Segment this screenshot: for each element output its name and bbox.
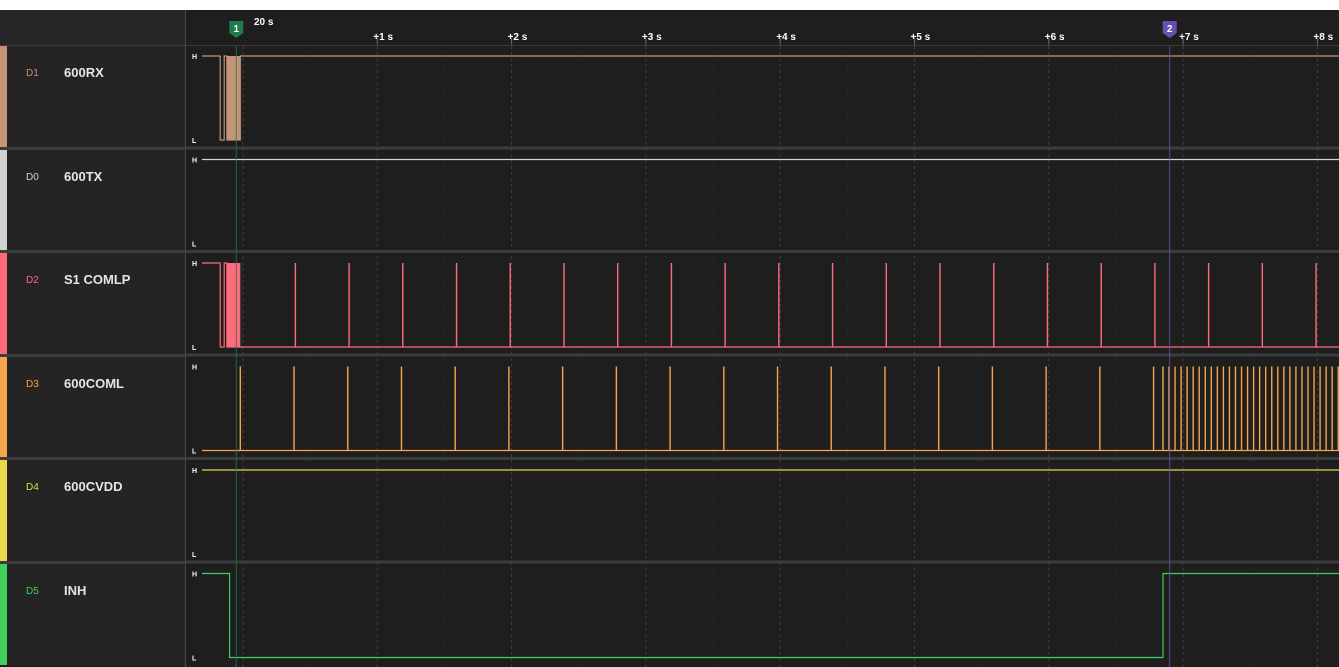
row-divider — [186, 457, 1339, 460]
time-ruler[interactable]: 20 s +1 s +2 s +3 s +4 s +5 s +6 s +7 s +8 s 1 2 — [186, 10, 1339, 45]
row-divider — [186, 560, 1339, 564]
channel-id: D5 — [26, 586, 39, 597]
level-label-high: H — [192, 572, 197, 579]
row-divider — [186, 146, 1339, 150]
channel-name: 600TX — [64, 169, 103, 184]
channel-sidebar: D1 600RX D0 600TX D2 S1 COMLP D3 600COML D4 600CV… — [0, 46, 185, 667]
channel-id: D0 — [26, 172, 39, 183]
channel-header — [0, 10, 185, 46]
channel-name: 600RX — [64, 65, 104, 80]
level-label-low: L — [192, 345, 197, 352]
row-divider — [0, 250, 185, 253]
level-label-low: L — [192, 138, 197, 145]
ruler-tick-label: +3 s — [642, 32, 662, 43]
channel-id: D1 — [26, 68, 39, 79]
channel-row-d4[interactable]: D4 600CVDD — [0, 460, 185, 561]
channel-color-bar — [0, 357, 7, 458]
level-label-high: H — [192, 261, 197, 268]
level-label-low: L — [192, 242, 197, 249]
channel-color-bar — [0, 253, 7, 354]
ruler-tick-label: +5 s — [911, 32, 931, 43]
channel-name: INH — [64, 583, 87, 598]
channel-row-d1[interactable]: D1 600RX — [0, 46, 185, 147]
channel-name: S1 COMLP — [64, 272, 131, 287]
channel-row-d3[interactable]: D3 600COML — [0, 357, 185, 458]
ruler-tick-label: +7 s — [1179, 32, 1199, 43]
marker-label: 1 — [234, 24, 240, 35]
marker-label: 2 — [1167, 24, 1173, 35]
channel-row-d5[interactable]: D5 INH — [0, 564, 185, 665]
level-label-low: L — [192, 656, 197, 663]
channel-name: 600CVDD — [64, 479, 123, 494]
waveform-plot[interactable]: H L H L H L H L H L H L — [186, 46, 1339, 667]
ruler-tick-label: +6 s — [1045, 32, 1065, 43]
channel-color-bar — [0, 564, 7, 665]
channel-row-d2[interactable]: D2 S1 COMLP — [0, 253, 185, 354]
ruler-tick-label: +2 s — [508, 32, 528, 43]
channel-row-d0[interactable]: D0 600TX — [0, 150, 185, 251]
channel-id: D2 — [26, 275, 39, 286]
ruler-start-label: 20 s — [254, 17, 274, 28]
channel-color-bar — [0, 150, 7, 251]
ruler-tick-label: +8 s — [1313, 32, 1333, 43]
ruler-tick-label: +1 s — [373, 32, 393, 43]
row-divider — [0, 457, 185, 460]
logic-analyzer-app: D1 600RX D0 600TX D2 S1 COMLP D3 600COML D4 600CV… — [0, 0, 1339, 667]
window-top-band — [0, 0, 1339, 10]
burst-block — [226, 56, 241, 140]
level-label-high: H — [192, 54, 197, 61]
channel-id: D4 — [26, 482, 39, 493]
ruler-tick-label: +4 s — [776, 32, 796, 43]
row-divider — [0, 147, 185, 150]
channel-color-bar — [0, 46, 7, 147]
level-label-low: L — [192, 449, 197, 456]
row-divider — [0, 354, 185, 357]
channel-name: 600COML — [64, 376, 124, 391]
row-divider — [0, 561, 185, 564]
row-divider — [186, 250, 1339, 253]
level-label-low: L — [192, 552, 197, 559]
row-divider — [186, 353, 1339, 357]
channel-color-bar — [0, 460, 7, 561]
level-label-high: H — [192, 468, 197, 475]
level-label-high: H — [192, 365, 197, 372]
burst-block — [226, 263, 241, 347]
level-label-high: H — [192, 158, 197, 165]
channel-id: D3 — [26, 379, 39, 390]
